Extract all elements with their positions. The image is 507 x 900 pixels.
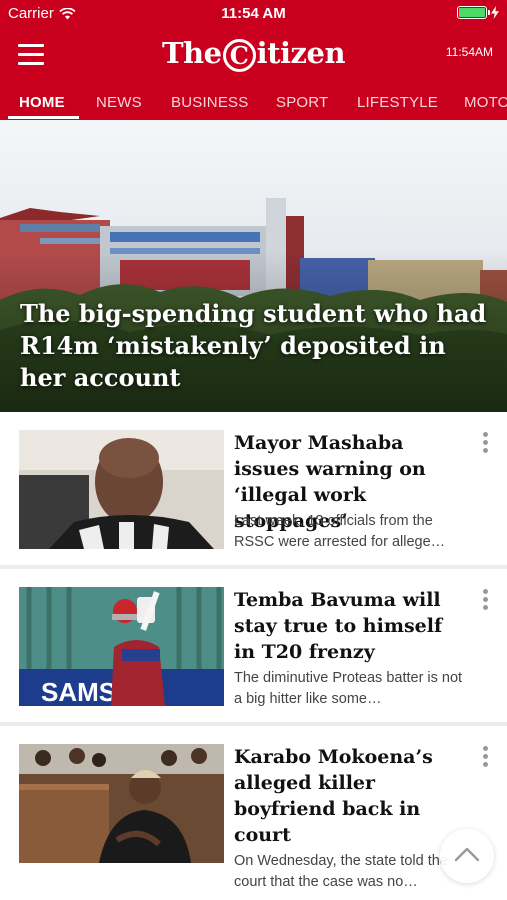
logo-ring-letter: C: [222, 38, 256, 72]
more-options-icon[interactable]: [478, 746, 492, 774]
header-time: 11:54AM: [445, 45, 493, 59]
article-thumbnail: SAMS: [19, 587, 224, 706]
article-title: Temba Bavuma will stay true to himself i…: [234, 589, 443, 663]
tab-business[interactable]: BUSINESS: [171, 94, 248, 111]
photo-banner-text: SAMS: [41, 677, 116, 706]
tab-motoring[interactable]: MOTORING: [464, 94, 507, 111]
article-card[interactable]: SAMS Temba Bavuma will stay true to hims…: [0, 569, 507, 722]
logo-suffix: itizen: [256, 36, 346, 70]
tab-news[interactable]: NEWS: [96, 94, 142, 111]
tab-sport[interactable]: SPORT: [276, 94, 328, 111]
article-summary: Last week, 13 officials from the RSSC we…: [234, 513, 446, 550]
section-tabs: HOME NEWS BUSINESS SPORT LIFESTYLE MOTOR…: [0, 84, 507, 120]
article-card[interactable]: Mayor Mashaba issues warning on ‘illegal…: [0, 412, 507, 565]
active-tab-indicator: [8, 116, 79, 119]
article-thumbnail: [19, 744, 224, 863]
charging-icon: [491, 6, 499, 19]
article-summary: On Wednesday, the state told the court t…: [234, 853, 448, 890]
hero-title: The big-spending student who had R14m ‘m…: [20, 299, 487, 392]
logo-prefix: The: [161, 36, 222, 70]
scroll-to-top-button[interactable]: [440, 829, 494, 883]
more-options-icon[interactable]: [478, 432, 492, 460]
tab-lifestyle[interactable]: LIFESTYLE: [357, 94, 438, 111]
chevron-up-icon: [454, 847, 480, 862]
app-header: The Citizen 11:54AM: [0, 28, 507, 84]
article-summary: The diminutive Proteas batter is not a b…: [234, 670, 463, 707]
status-bar: Carrier 11:54 AM: [0, 0, 507, 28]
article-title: Karabo Mokoena’s alleged killer boyfrien…: [234, 746, 433, 846]
tab-home[interactable]: HOME: [19, 94, 65, 111]
more-options-icon[interactable]: [478, 589, 492, 617]
the-citizen-logo[interactable]: The Citizen: [0, 36, 507, 72]
battery-icon: [457, 6, 490, 19]
hero-article[interactable]: The big-spending student who had R14m ‘m…: [0, 120, 507, 412]
article-card[interactable]: Karabo Mokoena’s alleged killer boyfrien…: [0, 726, 507, 900]
status-time: 11:54 AM: [221, 5, 286, 22]
article-thumbnail: [19, 430, 224, 549]
battery-group: [457, 6, 499, 19]
